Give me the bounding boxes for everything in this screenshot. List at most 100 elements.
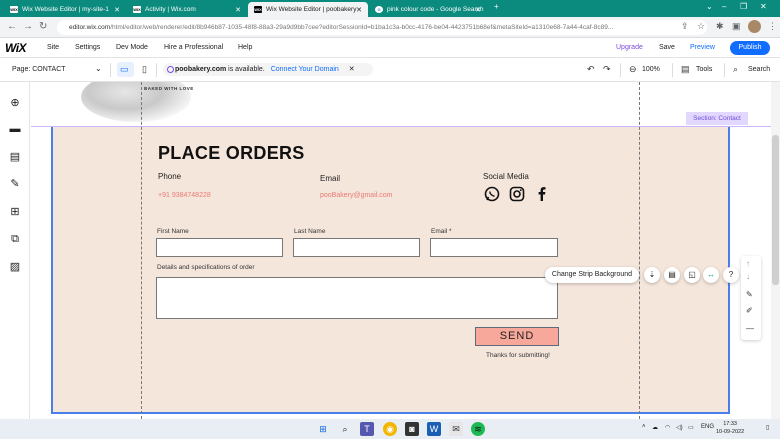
- language-indicator[interactable]: ENG: [701, 424, 714, 430]
- spotify-icon[interactable]: ≋: [471, 422, 485, 436]
- browser-tab-1[interactable]: WIX Wix Website Editor | my-site-1 ✕: [4, 2, 126, 17]
- desktop-icon[interactable]: ▭: [120, 64, 129, 75]
- connect-domain-link[interactable]: Connect Your Domain: [271, 66, 339, 73]
- new-tab-icon[interactable]: +: [494, 2, 499, 11]
- facebook-icon[interactable]: [534, 186, 550, 202]
- stretch-icon[interactable]: ↔: [703, 267, 719, 283]
- apps-icon[interactable]: ⊞: [8, 204, 22, 218]
- browser-menu-icon[interactable]: ⋮: [768, 21, 777, 32]
- email-field[interactable]: [430, 238, 558, 257]
- layout-icon[interactable]: ▤: [664, 267, 680, 283]
- menu-hire-professional[interactable]: Hire a Professional: [164, 44, 223, 51]
- menu-site[interactable]: Site: [47, 44, 59, 51]
- settings-icon[interactable]: ◱: [684, 267, 700, 283]
- share-icon[interactable]: ⇪: [681, 21, 689, 32]
- preview-button[interactable]: Preview: [690, 44, 715, 51]
- search-icon[interactable]: ⌕: [338, 422, 352, 436]
- edit-design-icon[interactable]: ✎: [746, 290, 753, 299]
- back-icon[interactable]: ←: [7, 21, 17, 32]
- page-title[interactable]: PLACE ORDERS: [158, 143, 305, 164]
- redo-icon[interactable]: ↷: [603, 64, 611, 75]
- close-tab-icon[interactable]: ✕: [235, 6, 241, 14]
- cloud-icon[interactable]: ☁: [652, 424, 658, 431]
- section-label[interactable]: Section: Contact: [686, 112, 748, 125]
- phone-heading[interactable]: Phone: [158, 172, 181, 181]
- email-value[interactable]: pooBakery@gmail.com: [320, 192, 392, 199]
- email-heading[interactable]: Email: [320, 174, 340, 183]
- design-icon[interactable]: ✎: [8, 176, 22, 190]
- header-section[interactable]: BAKED WITH LOVE: [51, 82, 751, 126]
- menu-dev-mode[interactable]: Dev Mode: [116, 44, 148, 51]
- clock-time: 17:33: [723, 421, 737, 427]
- page-selector[interactable]: Page: CONTACT: [12, 66, 66, 73]
- media-icon[interactable]: ▨: [8, 259, 22, 273]
- change-strip-background-button[interactable]: Change Strip Background: [545, 267, 639, 283]
- app-icon[interactable]: ◙: [405, 422, 419, 436]
- close-icon[interactable]: ✕: [349, 66, 355, 73]
- scrollbar-thumb[interactable]: [772, 135, 779, 285]
- windows-start-icon[interactable]: ⊞: [316, 422, 330, 436]
- help-icon[interactable]: ?: [723, 267, 739, 283]
- last-name-field[interactable]: [293, 238, 420, 257]
- address-bar[interactable]: editor.wix.com/html/editor/web/renderer/…: [57, 20, 707, 35]
- zoom-level[interactable]: 100%: [642, 66, 660, 73]
- word-icon[interactable]: W: [427, 422, 441, 436]
- tools-button[interactable]: Tools: [696, 66, 712, 73]
- close-tab-icon[interactable]: ✕: [475, 6, 481, 14]
- collapse-icon[interactable]: —: [746, 324, 754, 333]
- search-icon[interactable]: ⌕: [733, 64, 738, 75]
- first-name-field[interactable]: [156, 238, 283, 257]
- teams-icon[interactable]: T: [360, 422, 374, 436]
- menu-help[interactable]: Help: [238, 44, 252, 51]
- notifications-icon[interactable]: ▯: [766, 424, 769, 431]
- profile-avatar[interactable]: [748, 20, 761, 33]
- move-up-icon[interactable]: ↑: [746, 259, 750, 268]
- tray-chevron-icon[interactable]: ˄: [642, 424, 646, 430]
- business-tools-icon[interactable]: ⧉: [8, 232, 22, 246]
- mobile-icon[interactable]: ▯: [142, 64, 147, 75]
- social-heading[interactable]: Social Media: [483, 172, 529, 181]
- minimize-icon[interactable]: –: [722, 2, 726, 11]
- search-button[interactable]: Search: [748, 66, 770, 73]
- add-section-icon[interactable]: ▬: [8, 122, 22, 136]
- instagram-icon[interactable]: [509, 186, 525, 202]
- undo-icon[interactable]: ↶: [587, 64, 595, 75]
- tools-icon[interactable]: ▤: [681, 64, 690, 75]
- tab-search-icon[interactable]: ⌄: [706, 2, 713, 11]
- restore-icon[interactable]: ❐: [740, 2, 747, 11]
- details-textarea[interactable]: [156, 277, 558, 319]
- mail-icon[interactable]: ✉: [449, 422, 463, 436]
- editor-canvas[interactable]: BAKED WITH LOVE Section: Contact PLACE O…: [31, 82, 771, 419]
- thanks-message[interactable]: Thanks for submitting!: [486, 352, 550, 359]
- add-elements-icon[interactable]: ⊕: [8, 95, 22, 109]
- bookmark-star-icon[interactable]: ☆: [697, 21, 705, 32]
- chrome-icon[interactable]: ◉: [383, 422, 397, 436]
- battery-icon[interactable]: ▭: [688, 424, 694, 431]
- publish-button[interactable]: Publish: [730, 41, 770, 55]
- reading-list-icon[interactable]: ▣: [732, 21, 741, 32]
- wifi-icon[interactable]: ◠: [665, 424, 670, 431]
- clock[interactable]: 17:33 10-09-2022: [716, 420, 744, 436]
- pages-icon[interactable]: ▤: [8, 149, 22, 163]
- volume-icon[interactable]: ◁): [676, 424, 683, 431]
- move-down-icon[interactable]: ↓: [746, 272, 750, 281]
- reload-icon[interactable]: ↻: [39, 21, 47, 32]
- animation-icon[interactable]: ⇣: [644, 267, 660, 283]
- browser-tab-2[interactable]: WIX Activity | Wix.com ✕: [127, 2, 247, 17]
- send-button[interactable]: SEND: [475, 327, 559, 346]
- close-tab-icon[interactable]: ✕: [114, 6, 120, 14]
- menu-settings[interactable]: Settings: [75, 44, 100, 51]
- chevron-down-icon[interactable]: ⌄: [95, 64, 102, 73]
- browser-tab-4[interactable]: G pink colour code - Google Search ✕: [369, 2, 487, 17]
- close-window-icon[interactable]: ✕: [760, 2, 767, 11]
- upgrade-link[interactable]: Upgrade: [616, 44, 643, 51]
- edit-icon[interactable]: ✐: [746, 306, 753, 315]
- phone-value[interactable]: +91 9384748228: [158, 192, 211, 199]
- forward-icon[interactable]: →: [23, 21, 33, 32]
- browser-tab-3[interactable]: WIX Wix Website Editor | poobakery ✕: [248, 2, 368, 17]
- save-button[interactable]: Save: [659, 44, 675, 51]
- close-tab-icon[interactable]: ✕: [356, 6, 362, 14]
- extensions-icon[interactable]: ✱: [716, 21, 724, 32]
- zoom-icon[interactable]: ⊖: [629, 64, 637, 75]
- whatsapp-icon[interactable]: [484, 186, 500, 202]
